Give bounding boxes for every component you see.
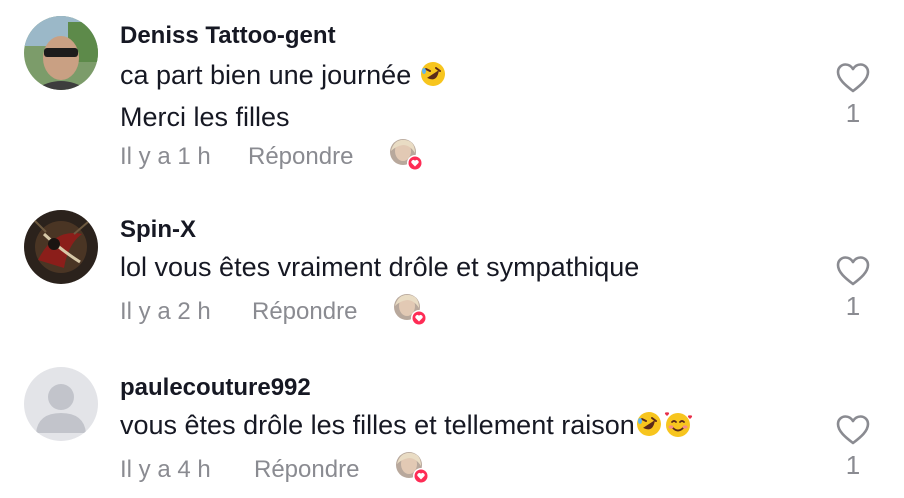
like-column: 1 xyxy=(830,414,876,481)
heart-outline-icon[interactable] xyxy=(835,255,871,287)
comment-text: ca part bien une journée Merci les fille… xyxy=(120,56,447,136)
comment-text: vous êtes drôle les filles et tellement … xyxy=(120,406,693,448)
avatar[interactable] xyxy=(24,16,98,90)
comment-timestamp: Il y a 2 h xyxy=(120,298,211,325)
comment-text-line: vous êtes drôle les filles et tellement … xyxy=(120,410,635,440)
reply-button[interactable]: Répondre xyxy=(254,456,359,484)
like-count: 1 xyxy=(845,291,861,321)
comment-text-line: Merci les filles xyxy=(120,102,290,132)
reply-button[interactable]: Répondre xyxy=(252,298,357,326)
heart-outline-icon[interactable] xyxy=(835,62,871,94)
smiling-face-with-hearts-emoji xyxy=(663,410,693,448)
reply-button[interactable]: Répondre xyxy=(248,143,353,171)
creator-liked-badge-icon xyxy=(388,137,424,173)
comment-text-line: lol vous êtes vraiment drôle et sympathi… xyxy=(120,252,640,282)
creator-liked-badge-icon xyxy=(392,292,428,328)
like-column: 1 xyxy=(830,255,876,322)
heart-outline-icon[interactable] xyxy=(835,414,871,446)
comment-text: lol vous êtes vraiment drôle et sympathi… xyxy=(120,248,639,286)
creator-liked-badge-icon xyxy=(394,450,430,486)
comment-username[interactable]: Spin-X xyxy=(120,216,196,244)
like-count: 1 xyxy=(845,98,861,128)
comment-timestamp: Il y a 1 h xyxy=(120,143,211,170)
comment-timestamp: Il y a 4 h xyxy=(120,456,211,483)
rofl-emoji xyxy=(635,410,663,448)
rofl-emoji xyxy=(419,60,447,98)
like-count: 1 xyxy=(845,450,861,480)
comment-username[interactable]: Deniss Tattoo-gent xyxy=(120,22,336,50)
like-column: 1 xyxy=(830,62,876,129)
comment-text-line: ca part bien une journée xyxy=(120,60,412,90)
avatar[interactable] xyxy=(24,210,98,284)
avatar[interactable] xyxy=(24,367,98,441)
comment-username[interactable]: paulecouture992 xyxy=(120,374,311,402)
